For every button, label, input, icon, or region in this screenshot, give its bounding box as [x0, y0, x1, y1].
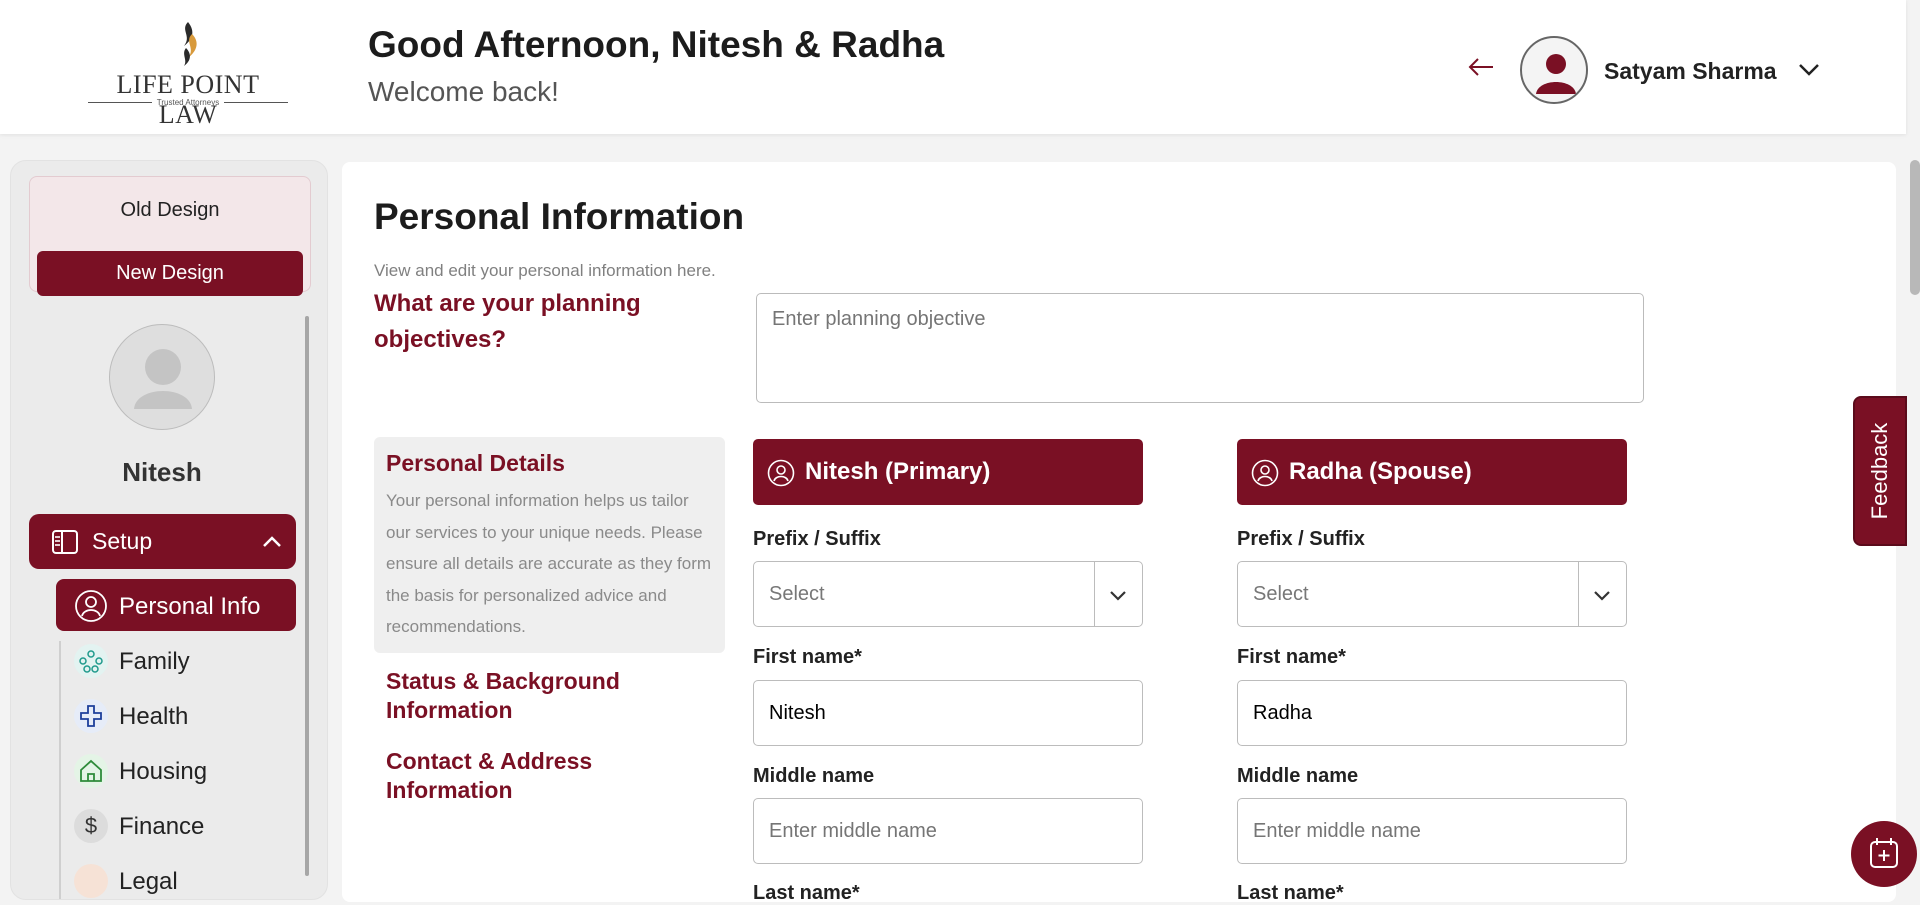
user-avatar-icon — [1536, 54, 1576, 94]
design-toggle: Old Design New Design — [29, 176, 311, 296]
feedback-label: Feedback — [1867, 422, 1892, 520]
sidebar-item-label: Family — [119, 648, 190, 675]
main-content: Personal Information View and edit your … — [342, 162, 1896, 904]
page-subtitle: View and edit your personal information … — [374, 261, 716, 280]
sidebar-scrollbar[interactable] — [305, 316, 309, 876]
sidebar-item-label: Health — [119, 703, 189, 730]
person-header-label: Nitesh (Primary) — [805, 458, 991, 485]
calendar-plus-icon — [1870, 838, 1898, 868]
sidebar-item-personal-info[interactable]: Personal Info — [56, 579, 296, 631]
calendar-add-button[interactable] — [1851, 821, 1917, 887]
sidebar-item-finance[interactable]: $ Finance — [56, 799, 296, 851]
legal-icon — [74, 864, 108, 898]
setup-menu-toggle[interactable]: Setup — [29, 514, 296, 569]
page-scrollbar-thumb[interactable] — [1910, 160, 1920, 295]
prefix-select[interactable]: Select — [1237, 561, 1627, 627]
profile-placeholder-icon — [134, 349, 192, 409]
user-circle-icon — [1251, 459, 1279, 487]
new-design-button[interactable]: New Design — [37, 251, 303, 296]
first-name-label: First name* — [1237, 646, 1346, 668]
section-personal-details[interactable]: Personal Details Your personal informati… — [374, 437, 725, 653]
old-design-button[interactable]: Old Design — [30, 199, 310, 222]
logo-tagline: Trusted Attorneys — [156, 98, 220, 107]
planning-objective-input[interactable] — [756, 293, 1644, 403]
dollar-icon: $ — [74, 809, 108, 843]
chevron-down-icon — [1594, 591, 1610, 601]
sidebar-item-label: Housing — [119, 758, 208, 785]
middle-name-label: Middle name — [1237, 765, 1359, 787]
profile-avatar[interactable] — [109, 324, 215, 430]
person-header-label: Radha (Spouse) — [1289, 458, 1472, 485]
prefix-select-value: Select — [769, 583, 825, 605]
first-name-label: First name* — [753, 646, 862, 668]
feedback-tab[interactable]: Feedback — [1853, 396, 1907, 546]
spouse-person-header: Radha (Spouse) — [1237, 439, 1627, 505]
family-icon — [74, 644, 108, 678]
sidebar-item-label: Legal — [119, 868, 178, 895]
chevron-up-icon — [263, 536, 281, 547]
first-name-input[interactable] — [753, 680, 1143, 746]
sidebar-item-housing[interactable]: Housing — [56, 744, 296, 796]
logo-flame-icon — [184, 22, 197, 66]
book-icon — [52, 530, 78, 554]
planning-objective-label: What are your planning objectives? — [374, 290, 641, 353]
first-name-input[interactable] — [1237, 680, 1627, 746]
prefix-select-value: Select — [1253, 583, 1309, 605]
health-cross-icon — [74, 699, 108, 733]
prefix-select[interactable]: Select — [753, 561, 1143, 627]
primary-person-header: Nitesh (Primary) — [753, 439, 1143, 505]
page-title: Personal Information — [374, 196, 745, 237]
setup-label: Setup — [92, 528, 153, 554]
chevron-down-icon — [1110, 591, 1126, 601]
greeting-heading: Good Afternoon, Nitesh & Radha — [368, 24, 945, 65]
top-header: LIFE POINT LAW Trusted Attorneys Good Af… — [0, 0, 1906, 134]
last-name-label: Last name* — [753, 882, 860, 904]
sidebar-item-label: Personal Info — [119, 593, 261, 620]
profile-name: Nitesh — [122, 457, 202, 487]
section-title: Personal Details — [386, 450, 565, 476]
welcome-text: Welcome back! — [368, 76, 559, 107]
chevron-down-icon[interactable] — [1796, 56, 1822, 82]
middle-name-input[interactable] — [1237, 798, 1627, 864]
user-name[interactable]: Satyam Sharma — [1604, 58, 1777, 85]
middle-name-input[interactable] — [753, 798, 1143, 864]
middle-name-label: Middle name — [753, 765, 875, 787]
life-point-law-logo[interactable]: LIFE POINT LAW Trusted Attorneys — [86, 20, 290, 129]
prefix-label: Prefix / Suffix — [1237, 528, 1365, 550]
last-name-label: Last name* — [1237, 882, 1344, 904]
house-icon — [74, 754, 108, 788]
user-circle-icon — [75, 590, 107, 622]
sidebar: Old Design New Design Nitesh Setup Perso… — [10, 160, 328, 900]
select-divider — [1578, 562, 1579, 626]
prefix-label: Prefix / Suffix — [753, 528, 881, 550]
sidebar-item-legal[interactable]: Legal — [56, 854, 296, 899]
back-arrow-icon[interactable] — [1466, 52, 1496, 82]
sidebar-item-health[interactable]: Health — [56, 689, 296, 741]
sidebar-item-label: Finance — [119, 813, 205, 840]
section-description: Your personal information helps us tailo… — [386, 491, 712, 636]
sidebar-item-family[interactable]: Family — [56, 634, 296, 686]
section-status-background[interactable]: Status & Background Information — [386, 667, 686, 725]
select-divider — [1094, 562, 1095, 626]
section-contact-address[interactable]: Contact & Address Information — [386, 747, 686, 805]
user-circle-icon — [767, 459, 795, 487]
user-avatar[interactable] — [1520, 36, 1588, 104]
